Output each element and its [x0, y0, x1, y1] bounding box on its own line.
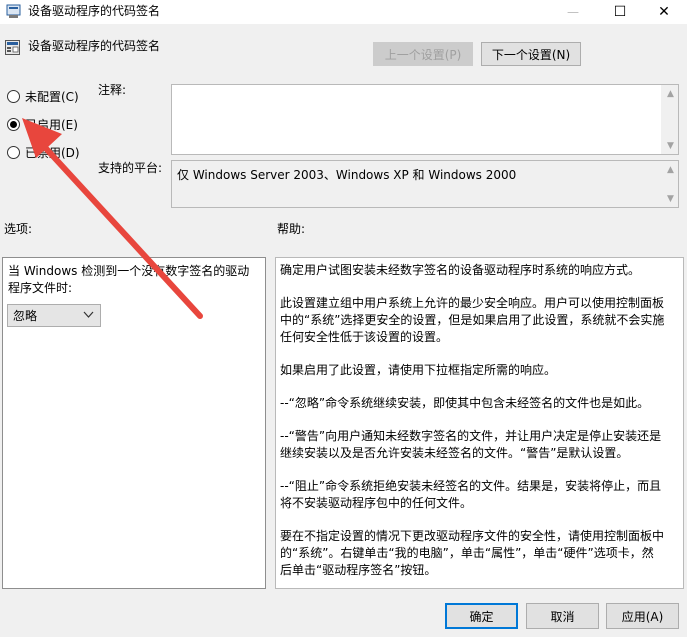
radio-label: 已禁用(D) [25, 146, 80, 160]
close-icon: ✕ [658, 4, 670, 20]
help-pane: 确定用户试图安装未经数字签名的设备驱动程序时系统的响应方式。 此设置建立组中用户… [275, 257, 684, 589]
options-description: 当 Windows 检测到一个没有数字签名的驱动程序文件时: [8, 264, 250, 295]
help-title: 帮助: [277, 222, 306, 236]
policy-app-icon [6, 4, 21, 18]
previous-setting-button[interactable]: 上一个设置(P) [373, 42, 473, 66]
radio-not-configured[interactable]: 未配置(C) [7, 88, 79, 105]
scroll-up-icon[interactable]: ▲ [662, 161, 679, 178]
next-setting-button[interactable]: 下一个设置(N) [481, 42, 581, 66]
dropdown-value: 忽略 [13, 309, 38, 323]
maximize-button[interactable]: ☐ [597, 0, 643, 24]
maximize-icon: ☐ [613, 4, 627, 20]
setting-icon [5, 40, 20, 55]
options-pane: 当 Windows 检测到一个没有数字签名的驱动程序文件时: 忽略 [2, 257, 266, 589]
help-paragraph: 此设置建立组中用户系统上允许的最少安全响应。用户可以使用控制面板中的“系统”选择… [280, 296, 665, 344]
title-bar: 设备驱动程序的代码签名 — ☐ ✕ [0, 0, 687, 24]
setting-name: 设备驱动程序的代码签名 [28, 39, 161, 53]
apply-button[interactable]: 应用(A) [606, 603, 679, 629]
help-text: 确定用户试图安装未经数字签名的设备驱动程序时系统的响应方式。 此设置建立组中用户… [280, 262, 665, 595]
platform-field: 仅 Windows Server 2003、Windows XP 和 Windo… [171, 160, 679, 208]
help-paragraph: --“忽略”命令系统继续安装，即使其中包含未经签名的文件也是如此。 [280, 396, 650, 410]
platform-value: 仅 Windows Server 2003、Windows XP 和 Windo… [177, 168, 517, 182]
radio-disabled[interactable]: 已禁用(D) [7, 144, 80, 161]
chevron-down-icon [83, 311, 94, 318]
window-title: 设备驱动程序的代码签名 [28, 4, 161, 18]
radio-label: 未配置(C) [25, 90, 79, 104]
help-paragraph: --“阻止”命令系统拒绝安装未经签名的文件。结果是，安装将停止，而且将不安装驱动… [280, 479, 662, 510]
platform-scrollbar[interactable]: ▲ ▼ [661, 161, 678, 207]
scroll-down-icon[interactable]: ▼ [662, 190, 679, 207]
radio-circle [7, 146, 20, 159]
minimize-button[interactable]: — [550, 0, 596, 24]
radio-circle [7, 90, 20, 103]
ok-button[interactable]: 确定 [445, 603, 518, 629]
comment-label: 注释: [98, 83, 127, 97]
comment-scrollbar[interactable]: ▲ ▼ [661, 85, 678, 154]
minimize-icon: — [567, 5, 579, 19]
help-paragraph: --“警告”向用户通知未经数字签名的文件，并让用户决定是停止安装还是继续安装以及… [280, 429, 662, 460]
comment-field[interactable]: ▲ ▼ [171, 84, 679, 155]
help-paragraph: 要在不指定设置的情况下更改驱动程序文件的安全性，请使用控制面板中的“系统”。右键… [280, 529, 665, 577]
cancel-button[interactable]: 取消 [526, 603, 599, 629]
options-title: 选项: [4, 222, 33, 236]
radio-label: 已启用(E) [25, 118, 78, 132]
help-paragraph: 确定用户试图安装未经数字签名的设备驱动程序时系统的响应方式。 [280, 263, 641, 277]
radio-enabled[interactable]: 已启用(E) [7, 116, 78, 133]
scroll-down-icon[interactable]: ▼ [662, 137, 679, 154]
scroll-up-icon[interactable]: ▲ [662, 85, 679, 102]
help-paragraph: 如果启用了此设置，请使用下拉框指定所需的响应。 [280, 363, 557, 377]
radio-circle-checked [7, 118, 20, 131]
platform-label: 支持的平台: [98, 161, 163, 175]
driver-response-dropdown[interactable]: 忽略 [7, 304, 101, 327]
close-button[interactable]: ✕ [641, 0, 687, 24]
